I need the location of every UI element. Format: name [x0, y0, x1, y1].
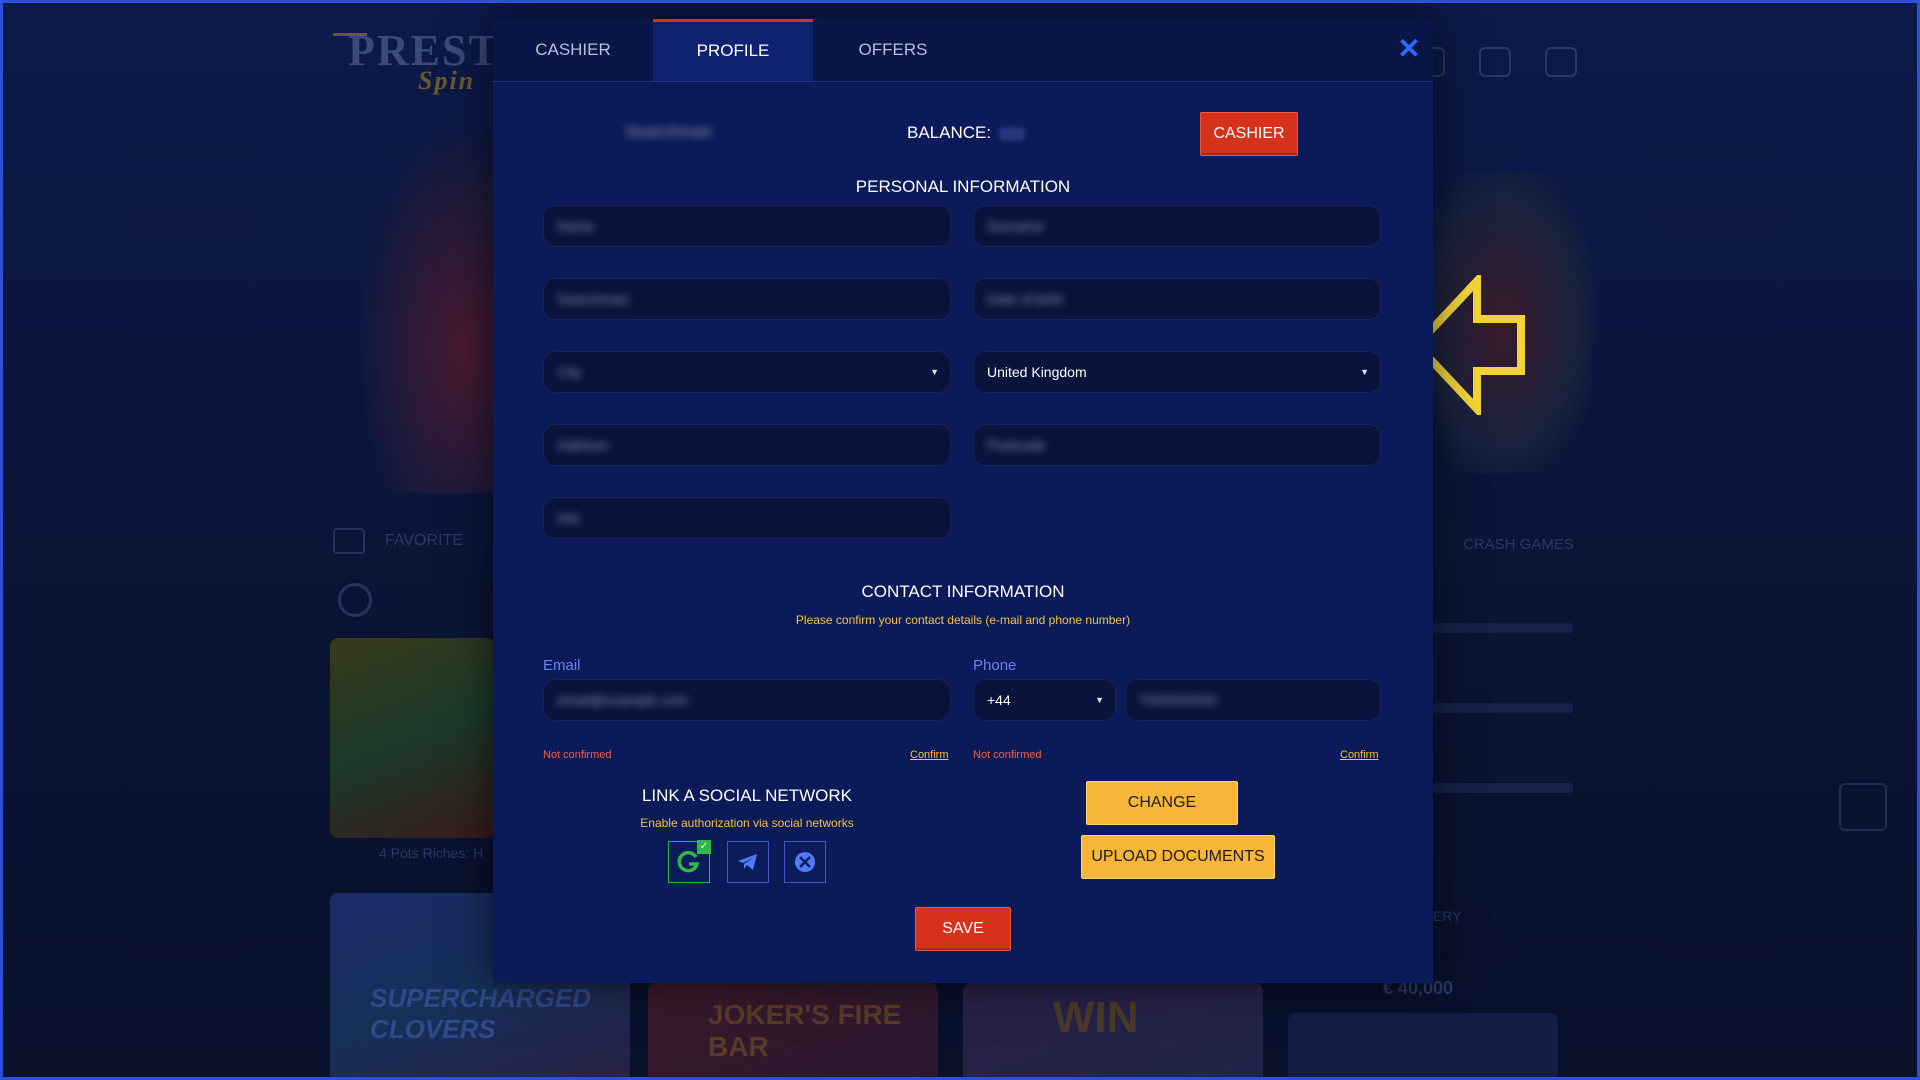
game-tile-right[interactable]: [1288, 1013, 1558, 1077]
birth-date-value: Date of birth: [987, 291, 1064, 307]
email-confirm-link[interactable]: Confirm: [910, 749, 949, 761]
first-name-value: Name: [557, 218, 595, 234]
phone-label: Phone: [973, 657, 1017, 674]
username-value: Searchman: [557, 291, 629, 307]
page-frame: PRESTIGE Spin FAVORITE CRASH GAMES 4 Pot…: [0, 0, 1920, 1080]
save-button[interactable]: SAVE: [915, 907, 1011, 951]
telegram-icon: [738, 854, 757, 870]
social-title: LINK A SOCIAL NETWORK: [641, 786, 853, 805]
username-display: Searchman: [625, 122, 712, 141]
google-link-button[interactable]: ✓: [668, 840, 711, 883]
balance-label: BALANCE:: [907, 123, 992, 142]
game-tile-4pots[interactable]: [330, 638, 495, 838]
postcode-value: Postcode: [987, 437, 1046, 453]
tab-profile[interactable]: PROFILE: [653, 19, 813, 81]
tile-title-supercharged: SUPERCHARGED CLOVERS: [370, 983, 592, 1044]
x-link-button[interactable]: [784, 841, 826, 883]
modal-tabs: CASHIER PROFILE OFFERS ✕: [493, 19, 1433, 82]
email-status: Not confirmed: [543, 749, 612, 761]
email-field[interactable]: email@example.com: [543, 679, 951, 721]
telegram-link-button[interactable]: [727, 841, 769, 883]
address-value: Address: [557, 437, 609, 453]
nav-favorite[interactable]: FAVORITE: [385, 532, 463, 550]
header-icons: [1413, 47, 1577, 77]
phone-number-value: 7000000000: [1139, 692, 1217, 708]
chat-icon[interactable]: [1479, 47, 1511, 77]
balance-display: BALANCE:: [907, 123, 1026, 143]
check-icon: ✓: [697, 840, 711, 854]
profile-modal: CASHIER PROFILE OFFERS ✕ Searchman BALAN…: [493, 19, 1433, 983]
upload-documents-button[interactable]: UPLOAD DOCUMENTS: [1081, 835, 1275, 879]
nav-crash-games[interactable]: CRASH GAMES: [1463, 536, 1574, 553]
cashier-button[interactable]: CASHIER: [1200, 112, 1298, 156]
support-chat-icon[interactable]: [1839, 783, 1887, 831]
game-tile-caption: 4 Pots Riches: H: [379, 845, 484, 861]
contact-note: Please confirm your contact details (e-m…: [795, 613, 1131, 627]
city-select-value: City: [557, 364, 582, 380]
extra-info-value: Info: [557, 510, 581, 526]
last-name-field[interactable]: Surname: [973, 205, 1381, 247]
game-tile-win[interactable]: WIN: [963, 983, 1263, 1077]
phone-status: Not confirmed: [973, 749, 1042, 761]
favorite-icon[interactable]: [333, 528, 365, 554]
logout-icon[interactable]: [1545, 47, 1577, 77]
email-label: Email: [543, 657, 581, 674]
personal-info-title: PERSONAL INFORMATION: [855, 177, 1071, 196]
tile-title-jokers: JOKER'S FIRE BAR: [708, 999, 902, 1062]
caret-down-icon: ▼: [1360, 367, 1369, 377]
contact-info-title: CONTACT INFORMATION: [861, 582, 1065, 601]
city-select[interactable]: City ▼: [543, 351, 951, 393]
close-icon[interactable]: ✕: [1396, 35, 1422, 63]
tab-cashier[interactable]: CASHIER: [493, 19, 653, 81]
first-name-field[interactable]: Name: [543, 205, 951, 247]
tab-offers[interactable]: OFFERS: [813, 19, 973, 81]
postcode-field[interactable]: Postcode: [973, 424, 1381, 466]
extra-info-field[interactable]: Info: [543, 497, 951, 539]
category-nav: FAVORITE: [333, 528, 463, 554]
game-tile-jokers[interactable]: JOKER'S FIRE BAR: [648, 983, 938, 1077]
country-select[interactable]: United Kingdom ▼: [973, 351, 1381, 393]
birth-date-field[interactable]: Date of birth: [973, 278, 1381, 320]
tile-title-win: WIN: [1053, 993, 1139, 1042]
caret-down-icon: ▼: [1095, 695, 1104, 705]
phone-code-value: +44: [987, 692, 1011, 708]
social-note: Enable authorization via social networks: [640, 816, 854, 830]
email-value: email@example.com: [557, 692, 688, 708]
phone-confirm-link[interactable]: Confirm: [1340, 749, 1379, 761]
winners-list: [1433, 623, 1573, 863]
last-name-value: Surname: [987, 218, 1044, 234]
search-icon[interactable]: [338, 583, 372, 617]
country-value: United Kingdom: [987, 364, 1087, 380]
x-icon: [795, 852, 815, 872]
address-field[interactable]: Address: [543, 424, 951, 466]
change-password-button[interactable]: CHANGE PASSWORD: [1086, 781, 1238, 853]
balance-value: [999, 126, 1026, 141]
username-field[interactable]: Searchman: [543, 278, 951, 320]
phone-code-select[interactable]: +44 ▼: [973, 679, 1116, 721]
category-label: ERY: [1433, 908, 1462, 924]
phone-number-field[interactable]: 7000000000: [1125, 679, 1381, 721]
caret-down-icon: ▼: [930, 367, 939, 377]
